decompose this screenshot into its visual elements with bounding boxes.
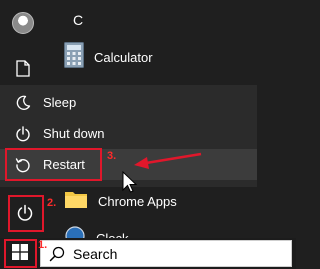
app-chrome-apps[interactable]: Chrome Apps: [64, 186, 177, 216]
power-option-restart[interactable]: Restart: [0, 149, 257, 180]
moon-icon: [13, 93, 33, 113]
calculator-icon: [64, 41, 84, 73]
section-letter-c[interactable]: C: [73, 12, 83, 28]
user-avatar-icon[interactable]: [12, 12, 34, 34]
taskbar-search-box[interactable]: [40, 240, 292, 267]
windows-logo-icon: [12, 243, 28, 265]
app-calculator[interactable]: Calculator: [64, 41, 153, 73]
step-3-label: 3.: [107, 150, 117, 162]
folder-icon: [64, 189, 88, 214]
start-button[interactable]: [3, 240, 37, 268]
app-label-calculator: Calculator: [94, 49, 153, 65]
power-icon: [13, 124, 33, 144]
restart-icon: [13, 155, 33, 175]
search-input[interactable]: [73, 245, 273, 262]
restart-label: Restart: [43, 157, 85, 172]
shut-down-label: Shut down: [43, 126, 105, 141]
step-1-label: 1.: [38, 239, 48, 251]
step-2-label: 2.: [47, 197, 57, 209]
power-icon: [16, 204, 34, 227]
sleep-label: Sleep: [43, 95, 77, 110]
app-label-chrome-apps: Chrome Apps: [98, 193, 177, 209]
search-icon: [49, 246, 65, 262]
power-option-shut-down[interactable]: Shut down: [0, 118, 257, 149]
document-icon[interactable]: [16, 60, 30, 82]
power-option-sleep[interactable]: Sleep: [0, 87, 257, 118]
power-button[interactable]: [8, 198, 42, 232]
power-options-flyout: Sleep Shut down Restart: [0, 85, 257, 187]
